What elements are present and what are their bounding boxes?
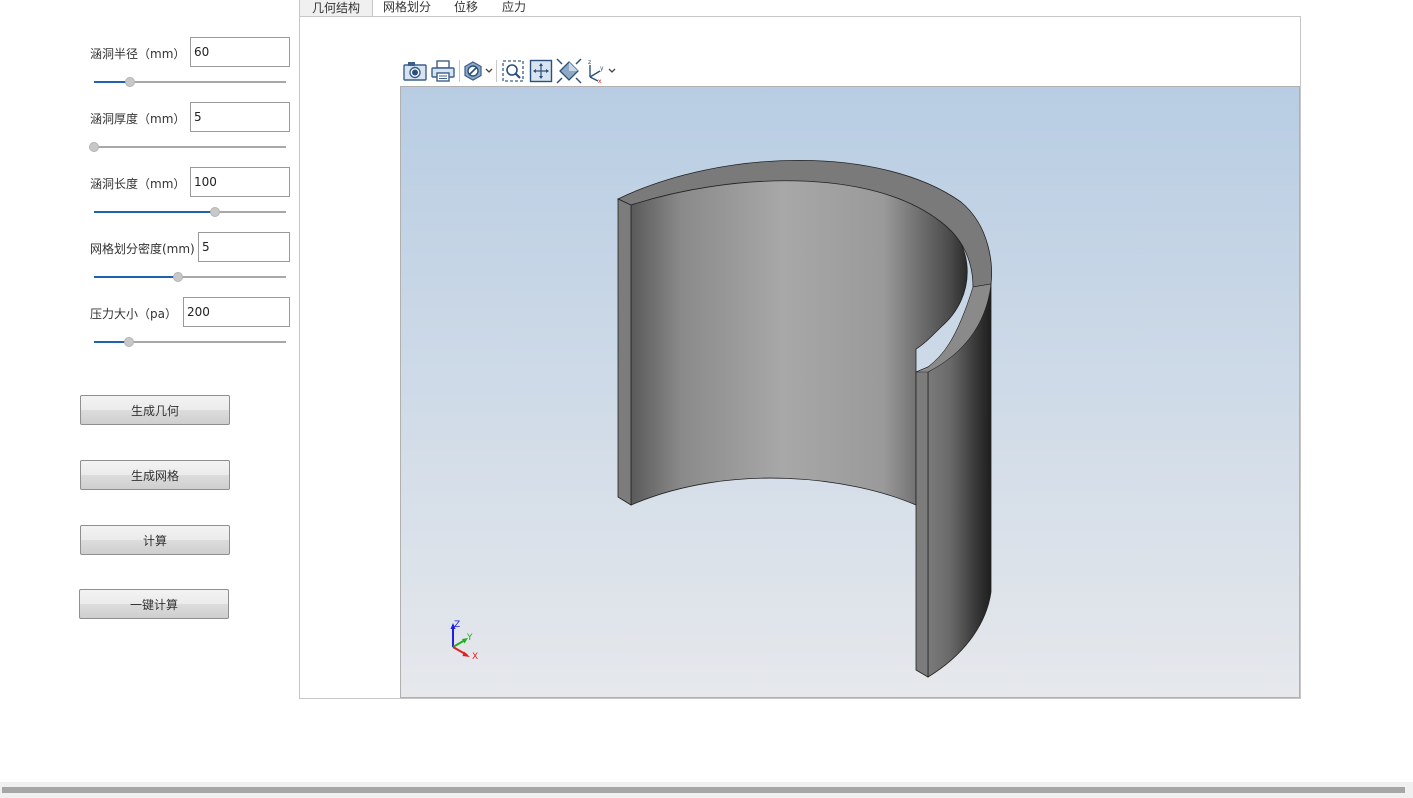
triad-z-label: Z [454,620,460,630]
horizontal-scrollbar[interactable] [0,782,1413,798]
shell-left-end-face [617,198,632,506]
fit-view-icon[interactable] [527,57,555,85]
orientation-triad: Z Y X [450,620,478,662]
toolbar-separator [496,60,497,82]
slider-thumb[interactable] [89,142,99,152]
triad-y-label: Y [466,633,473,643]
tab-geometry[interactable]: 几何结构 [299,0,374,16]
slider-track [94,146,286,148]
chevron-down-icon[interactable] [607,57,617,85]
axis-orientation-icon[interactable]: z y x [583,57,607,85]
thickness-input[interactable] [190,102,290,132]
pressure-slider[interactable] [94,337,286,347]
generate-geometry-button[interactable]: 生成几何 [80,395,230,425]
slider-thumb[interactable] [125,77,136,87]
pressure-input[interactable] [183,297,290,327]
camera-icon[interactable] [401,57,429,85]
culvert-model: Z Y X [450,159,992,678]
mesh-density-input[interactable] [198,232,290,262]
length-slider[interactable] [94,207,286,217]
slider-fill [94,211,215,213]
generate-mesh-button[interactable]: 生成网格 [80,460,230,490]
toolbar-separator [459,60,460,82]
shell-right-end-face [915,366,929,678]
viewer-toolbar: z y x [401,57,617,85]
thickness-slider[interactable] [89,142,286,152]
radius-label: 涵洞半径（mm） [90,47,186,61]
triad-x-label: X [472,652,478,662]
pressure-label: 压力大小（pa） [90,307,177,321]
view-fit-all-icon[interactable] [555,57,583,85]
length-input[interactable] [190,167,290,197]
scrollbar-thumb[interactable] [2,787,1405,793]
3d-viewport[interactable]: Z Y X [400,86,1300,698]
zoom-box-icon[interactable] [499,57,527,85]
slider-thumb[interactable] [173,272,184,282]
mesh-density-slider[interactable] [94,272,286,282]
tab-displacement[interactable]: 位移 [442,0,490,16]
radius-input[interactable] [190,37,290,67]
svg-text:y: y [600,65,604,72]
print-icon[interactable] [429,57,457,85]
radius-slider[interactable] [94,77,286,87]
one-click-compute-button[interactable]: 一键计算 [79,589,229,619]
length-label: 涵洞长度（mm） [90,177,186,191]
svg-text:z: z [588,59,591,66]
slider-fill [94,276,179,278]
svg-text:x: x [598,78,602,83]
tab-stress[interactable]: 应力 [490,0,538,16]
app-window: 涵洞半径（mm） 涵洞厚度（mm） 涵洞长度（mm） 网格划分密度(mm) [0,0,1413,798]
slider-thumb[interactable] [209,207,220,217]
chevron-down-icon[interactable] [484,57,494,85]
thickness-label: 涵洞厚度（mm） [90,112,186,126]
compute-button[interactable]: 计算 [80,525,230,555]
mesh-density-label: 网格划分密度(mm) [90,242,195,256]
tab-mesh[interactable]: 网格划分 [371,0,443,16]
slider-thumb[interactable] [123,337,134,347]
display-mode-icon[interactable] [462,57,484,85]
